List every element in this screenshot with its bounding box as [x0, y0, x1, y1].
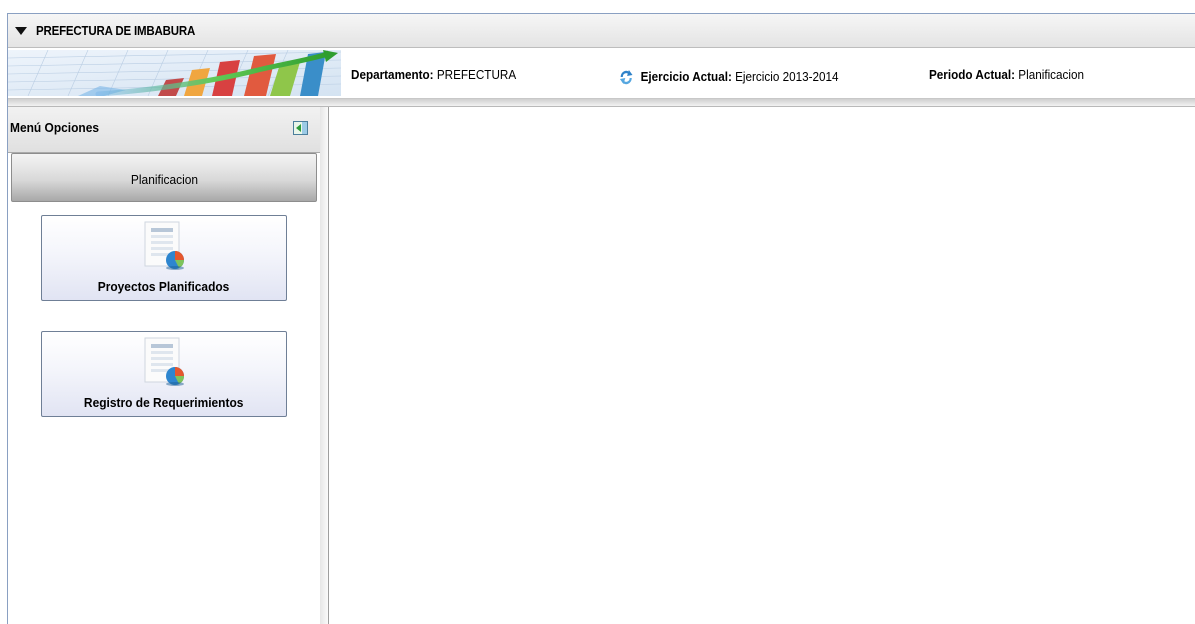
refresh-icon[interactable] [619, 69, 633, 85]
banner-chart-logo [8, 50, 341, 96]
sidebar-menu: Menú Opciones Planificacion Proyectos Pl… [8, 107, 321, 624]
periodo-info: Periodo Actual: Planificacion [929, 67, 1084, 82]
sidebar-splitter[interactable] [320, 107, 329, 624]
proyectos-planificados-button[interactable]: Proyectos Planificados [41, 215, 287, 301]
header-info-bar: Departamento: PREFECTURA Ejercicio Actua… [8, 48, 1195, 99]
departamento-info: Departamento: PREFECTURA [351, 67, 516, 82]
title-bar: PREFECTURA DE IMBABURA [8, 14, 1195, 48]
report-chart-icon [144, 337, 184, 386]
section-label: Planificacion [130, 172, 198, 187]
section-planificacion[interactable]: Planificacion [11, 153, 317, 202]
report-chart-icon [144, 221, 184, 270]
main-content-area [329, 107, 1195, 624]
app-window: PREFECTURA DE IMBABURA Departamento: PRE… [7, 13, 1195, 624]
header-separator [8, 99, 1195, 107]
sidebar-header: Menú Opciones [8, 107, 320, 153]
collapse-panel-icon[interactable] [293, 121, 308, 135]
departamento-label: Departamento: [351, 67, 434, 82]
proyectos-planificados-label: Proyectos Planificados [98, 279, 230, 294]
sidebar-title: Menú Opciones [10, 120, 100, 135]
periodo-label: Periodo Actual: [929, 67, 1016, 82]
ejercicio-info: Ejercicio Actual: Ejercicio 2013-2014 [619, 67, 839, 85]
periodo-value: Planificacion [1018, 67, 1084, 82]
collapse-arrow-icon[interactable] [15, 26, 27, 35]
ejercicio-label: Ejercicio Actual: [640, 68, 732, 84]
app-title: PREFECTURA DE IMBABURA [36, 23, 196, 38]
registro-requerimientos-button[interactable]: Registro de Requerimientos [41, 331, 287, 417]
ejercicio-value: Ejercicio 2013-2014 [735, 68, 839, 84]
departamento-value: PREFECTURA [436, 67, 517, 82]
registro-requerimientos-label: Registro de Requerimientos [84, 395, 244, 410]
